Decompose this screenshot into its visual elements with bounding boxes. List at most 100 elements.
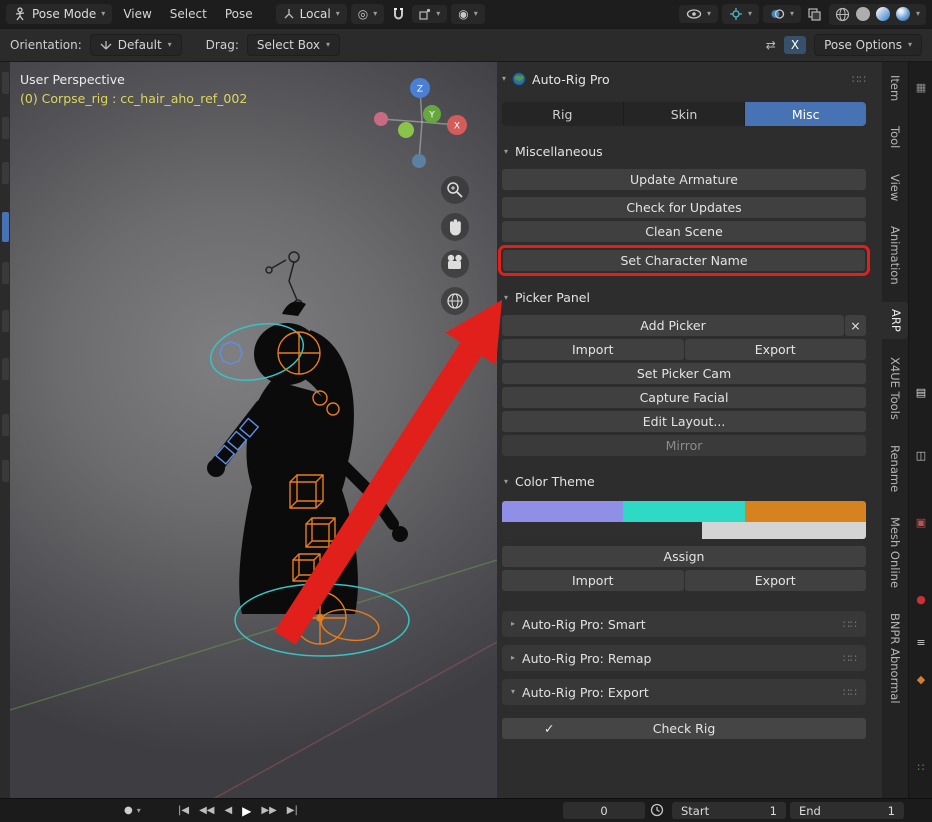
menu-select[interactable]: Select [163, 3, 214, 25]
theme-import-button[interactable]: Import [502, 570, 684, 591]
swatch-orange[interactable] [744, 501, 866, 522]
edit-layout-button[interactable]: Edit Layout... [502, 411, 866, 432]
shading-rendered-button[interactable] [895, 7, 910, 21]
viewport-canvas[interactable]: Z Y X [10, 62, 497, 798]
menu-view[interactable]: View [116, 3, 158, 25]
tool-button-partial[interactable] [2, 358, 9, 380]
jump-to-end-button[interactable]: ▶| [287, 805, 298, 816]
set-picker-cam-button[interactable]: Set Picker Cam [502, 363, 866, 384]
grid-view-button[interactable] [441, 287, 469, 315]
theme-export-button[interactable]: Export [684, 570, 866, 591]
mirror-x-toggle[interactable]: X [783, 36, 807, 54]
tool-button-partial[interactable] [2, 262, 9, 284]
pivot-point-selector[interactable]: ◎ ▾ [350, 4, 385, 24]
remap-subpanel-header[interactable]: ▸ Auto-Rig Pro: Remap ∷∷ [502, 645, 866, 671]
snap-settings-selector[interactable]: ▾ [412, 5, 448, 23]
frame-end-field[interactable]: End 1 [790, 802, 904, 819]
shading-material-button[interactable] [875, 7, 890, 21]
orientation-dropdown[interactable]: Default ▾ [89, 34, 182, 56]
add-picker-button[interactable]: Add Picker [502, 315, 844, 336]
overlays-selector[interactable]: ▾ [762, 5, 801, 23]
drag-grip-icon[interactable]: ∷∷ [843, 618, 857, 631]
addon-shelf-icon[interactable]: ▦ [909, 82, 932, 93]
tool-button-partial[interactable] [2, 72, 9, 94]
viewport-3d[interactable]: Z Y X User Perspective (0) Corpse_rig: … [10, 62, 497, 798]
addon-shelf-icon[interactable]: ▣ [909, 517, 932, 528]
gizmo-neg-y-axis[interactable] [374, 112, 388, 126]
play-button[interactable]: ▶ [242, 804, 251, 818]
tab-skin[interactable]: Skin [624, 102, 746, 126]
clean-scene-button[interactable]: Clean Scene [502, 221, 866, 242]
addon-shelf-icon[interactable]: ● [909, 594, 932, 605]
tab-rig[interactable]: Rig [502, 102, 624, 126]
addon-shelf-icon[interactable]: ≡ [909, 637, 932, 648]
sidebar-tab-tool[interactable]: Tool [883, 119, 907, 155]
next-keyframe-button[interactable]: ▶▶ [261, 805, 276, 816]
snap-magnet-toggle[interactable] [388, 4, 408, 24]
tool-button-partial[interactable] [2, 117, 9, 139]
play-reverse-button[interactable]: ◀ [224, 805, 232, 816]
capture-facial-button[interactable]: Capture Facial [502, 387, 866, 408]
tool-button-active[interactable] [2, 212, 9, 242]
section-color-theme[interactable]: ▾ Color Theme [504, 474, 866, 489]
picker-export-button[interactable]: Export [684, 339, 866, 360]
sidebar-tab-rename[interactable]: Rename [883, 438, 907, 499]
transform-orientation-selector[interactable]: Local ▾ [275, 4, 347, 24]
set-character-name-button[interactable]: Set Character Name [503, 250, 865, 271]
addon-shelf-icon[interactable]: ∷ [909, 762, 932, 773]
gizmo-neg-z-axis[interactable] [412, 154, 426, 168]
current-frame-field[interactable]: 0 [563, 802, 645, 819]
zoom-button[interactable] [441, 176, 469, 204]
shading-wireframe-button[interactable] [835, 7, 850, 22]
tab-misc[interactable]: Misc [745, 102, 866, 126]
drag-grip-icon[interactable]: ∷∷ [852, 73, 866, 86]
swatch-dark[interactable] [502, 522, 703, 539]
gizmo-y-ball[interactable] [398, 122, 414, 138]
swatch-turquoise[interactable] [623, 501, 745, 522]
section-miscellaneous[interactable]: ▾ Miscellaneous [504, 144, 866, 159]
sidebar-tab-animation[interactable]: Animation [883, 219, 907, 292]
menu-pose[interactable]: Pose [218, 3, 260, 25]
proportional-edit-selector[interactable]: ◉ ▾ [451, 4, 485, 24]
tool-button-partial[interactable] [2, 414, 9, 436]
drag-grip-icon[interactable]: ∷∷ [843, 652, 857, 665]
shading-solid-button[interactable] [855, 7, 870, 21]
addon-shelf-icon[interactable]: ◆ [909, 674, 932, 685]
camera-view-button[interactable] [441, 250, 469, 278]
sidebar-tab-view[interactable]: View [883, 167, 907, 208]
gizmos-selector[interactable]: ▾ [721, 4, 759, 24]
pan-hand-button[interactable] [441, 213, 469, 241]
picker-import-button[interactable]: Import [502, 339, 684, 360]
update-armature-button[interactable]: Update Armature [502, 169, 866, 190]
sidebar-tab-item[interactable]: Item [883, 68, 907, 108]
assign-button[interactable]: Assign [502, 546, 866, 567]
drag-grip-icon[interactable]: ∷∷ [843, 686, 857, 699]
export-subpanel-header[interactable]: ▾ Auto-Rig Pro: Export ∷∷ [502, 679, 866, 705]
addon-shelf-icon[interactable]: ▤ [909, 387, 932, 398]
swatch-lavender[interactable] [502, 501, 624, 522]
sidebar-tab-bnpr-abnormal[interactable]: BNPR Abnormal [883, 606, 907, 711]
smart-subpanel-header[interactable]: ▸ Auto-Rig Pro: Smart ∷∷ [502, 611, 866, 637]
jump-to-start-button[interactable]: |◀ [178, 805, 189, 816]
section-picker-panel[interactable]: ▾ Picker Panel [504, 290, 866, 305]
check-for-updates-button[interactable]: Check for Updates [502, 197, 866, 218]
sidebar-tab-mesh-online[interactable]: Mesh Online [883, 510, 907, 595]
visibility-selector[interactable]: ▾ [678, 5, 718, 23]
addon-shelf-icon[interactable]: ◫ [909, 450, 932, 461]
sidebar-tab-x4ue-tools[interactable]: X4UE Tools [883, 350, 907, 427]
xray-toggle[interactable] [805, 4, 825, 24]
drag-dropdown[interactable]: Select Box ▾ [246, 34, 341, 56]
check-rig-button[interactable]: ✓ Check Rig [502, 718, 866, 739]
frame-start-field[interactable]: Start 1 [672, 802, 786, 819]
prev-keyframe-button[interactable]: ◀◀ [199, 805, 214, 816]
record-button[interactable]: ● [124, 805, 133, 816]
tool-button-partial[interactable] [2, 310, 9, 332]
sidebar-tab-arp[interactable]: ARP [882, 302, 908, 340]
tool-button-partial[interactable] [2, 460, 9, 482]
remove-picker-button[interactable]: × [845, 315, 866, 336]
swatch-light[interactable] [702, 522, 866, 539]
tool-button-partial[interactable] [2, 162, 9, 184]
pose-options-dropdown[interactable]: Pose Options ▾ [814, 34, 922, 56]
mode-selector[interactable]: Pose Mode ▾ [6, 4, 113, 24]
navigation-gizmo[interactable]: Z Y X [374, 78, 467, 168]
